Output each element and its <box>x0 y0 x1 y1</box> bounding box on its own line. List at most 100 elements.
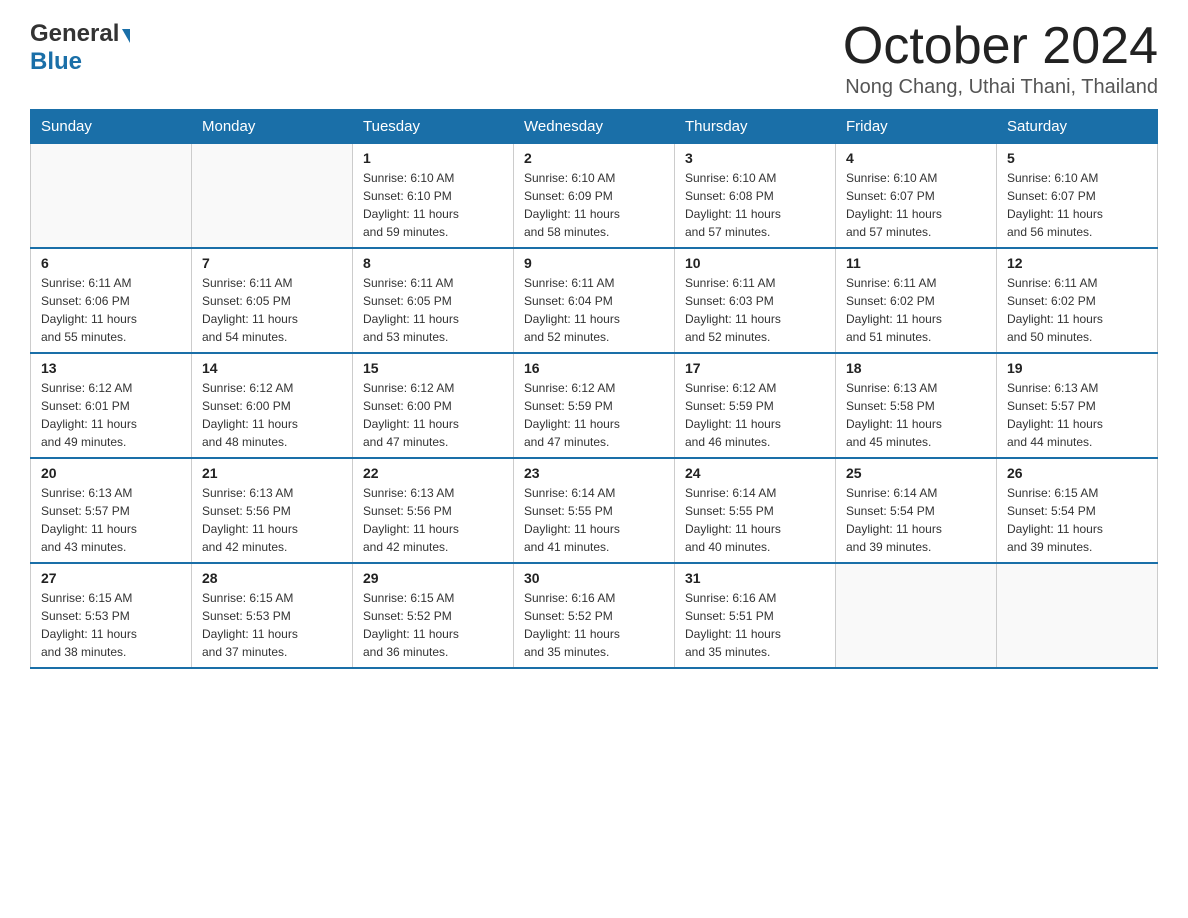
table-row: 8Sunrise: 6:11 AM Sunset: 6:05 PM Daylig… <box>353 248 514 353</box>
col-monday: Monday <box>192 110 353 144</box>
table-row: 23Sunrise: 6:14 AM Sunset: 5:55 PM Dayli… <box>514 458 675 563</box>
location-subtitle: Nong Chang, Uthai Thani, Thailand <box>843 76 1158 99</box>
table-row: 7 Sunrise: 6:11 AM Sunset: 6:05 PM Daylig… <box>192 248 353 353</box>
day-number: 14 <box>202 360 342 376</box>
calendar-header: Sunday Monday Tuesday Wednesday Thursday… <box>31 110 1158 144</box>
day-number: 28 <box>202 570 342 586</box>
day-number: 25 <box>846 465 986 481</box>
table-row: 12Sunrise: 6:11 AM Sunset: 6:02 PM Dayli… <box>997 248 1158 353</box>
calendar-table: Sunday Monday Tuesday Wednesday Thursday… <box>30 109 1158 669</box>
day-info: Sunrise: 6:10 AM Sunset: 6:07 PM Dayligh… <box>1007 169 1147 241</box>
table-row: 28 Sunrise: 6:15 AM Sunset: 5:53 PM Dayli… <box>192 563 353 668</box>
day-info: Sunrise: 6:12 AM Sunset: 6:00 PM Dayligh… <box>202 379 342 451</box>
day-info: Sunrise: 6:15 AM Sunset: 5:52 PM Dayligh… <box>363 589 503 661</box>
day-number: 11 <box>846 255 986 271</box>
table-row: 2 Sunrise: 6:10 AM Sunset: 6:09 PM Daylig… <box>514 144 675 249</box>
day-info: Sunrise: 6:15 AM Sunset: 5:53 PM Dayligh… <box>202 589 342 661</box>
table-row: 18Sunrise: 6:13 AM Sunset: 5:58 PM Dayli… <box>836 353 997 458</box>
col-thursday: Thursday <box>675 110 836 144</box>
table-row: 9 Sunrise: 6:11 AM Sunset: 6:04 PM Daylig… <box>514 248 675 353</box>
table-row: 17 Sunrise: 6:12 AM Sunset: 5:59 PM Dayli… <box>675 353 836 458</box>
logo-triangle-icon <box>122 29 130 43</box>
day-info: Sunrise: 6:12 AM Sunset: 6:00 PM Dayligh… <box>363 379 503 451</box>
header-row: Sunday Monday Tuesday Wednesday Thursday… <box>31 110 1158 144</box>
col-saturday: Saturday <box>997 110 1158 144</box>
table-row: 13 Sunrise: 6:12 AM Sunset: 6:01 PM Dayli… <box>31 353 192 458</box>
month-year-title: October 2024 <box>843 20 1158 72</box>
table-row: 6Sunrise: 6:11 AM Sunset: 6:06 PM Daylig… <box>31 248 192 353</box>
day-info: Sunrise: 6:10 AM Sunset: 6:10 PM Dayligh… <box>363 169 503 241</box>
col-friday: Friday <box>836 110 997 144</box>
table-row: 4 Sunrise: 6:10 AM Sunset: 6:07 PM Daylig… <box>836 144 997 249</box>
table-row: 22Sunrise: 6:13 AM Sunset: 5:56 PM Dayli… <box>353 458 514 563</box>
day-info: Sunrise: 6:12 AM Sunset: 5:59 PM Dayligh… <box>685 379 825 451</box>
calendar-week-row: 20Sunrise: 6:13 AM Sunset: 5:57 PM Dayli… <box>31 458 1158 563</box>
day-number: 2 <box>524 150 664 166</box>
day-number: 26 <box>1007 465 1147 481</box>
day-number: 16 <box>524 360 664 376</box>
day-info: Sunrise: 6:13 AM Sunset: 5:57 PM Dayligh… <box>41 484 181 556</box>
table-row: 5 Sunrise: 6:10 AM Sunset: 6:07 PM Daylig… <box>997 144 1158 249</box>
day-number: 31 <box>685 570 825 586</box>
day-info: Sunrise: 6:13 AM Sunset: 5:56 PM Dayligh… <box>202 484 342 556</box>
col-sunday: Sunday <box>31 110 192 144</box>
day-info: Sunrise: 6:10 AM Sunset: 6:07 PM Dayligh… <box>846 169 986 241</box>
day-number: 15 <box>363 360 503 376</box>
day-number: 22 <box>363 465 503 481</box>
day-number: 5 <box>1007 150 1147 166</box>
day-info: Sunrise: 6:13 AM Sunset: 5:57 PM Dayligh… <box>1007 379 1147 451</box>
table-row: 29Sunrise: 6:15 AM Sunset: 5:52 PM Dayli… <box>353 563 514 668</box>
day-info: Sunrise: 6:15 AM Sunset: 5:53 PM Dayligh… <box>41 589 181 661</box>
col-wednesday: Wednesday <box>514 110 675 144</box>
day-info: Sunrise: 6:14 AM Sunset: 5:55 PM Dayligh… <box>524 484 664 556</box>
calendar-week-row: 13 Sunrise: 6:12 AM Sunset: 6:01 PM Dayli… <box>31 353 1158 458</box>
table-row: 15 Sunrise: 6:12 AM Sunset: 6:00 PM Dayli… <box>353 353 514 458</box>
calendar-week-row: 27Sunrise: 6:15 AM Sunset: 5:53 PM Dayli… <box>31 563 1158 668</box>
table-row: 16 Sunrise: 6:12 AM Sunset: 5:59 PM Dayli… <box>514 353 675 458</box>
day-number: 7 <box>202 255 342 271</box>
day-info: Sunrise: 6:10 AM Sunset: 6:09 PM Dayligh… <box>524 169 664 241</box>
day-number: 30 <box>524 570 664 586</box>
table-row: 11 Sunrise: 6:11 AM Sunset: 6:02 PM Dayli… <box>836 248 997 353</box>
day-info: Sunrise: 6:12 AM Sunset: 5:59 PM Dayligh… <box>524 379 664 451</box>
page-header: General Blue October 2024 Nong Chang, Ut… <box>30 20 1158 99</box>
calendar-week-row: 1 Sunrise: 6:10 AM Sunset: 6:10 PM Daylig… <box>31 144 1158 249</box>
calendar-week-row: 6Sunrise: 6:11 AM Sunset: 6:06 PM Daylig… <box>31 248 1158 353</box>
day-info: Sunrise: 6:14 AM Sunset: 5:54 PM Dayligh… <box>846 484 986 556</box>
table-row: 21Sunrise: 6:13 AM Sunset: 5:56 PM Dayli… <box>192 458 353 563</box>
table-row: 25 Sunrise: 6:14 AM Sunset: 5:54 PM Dayli… <box>836 458 997 563</box>
day-number: 17 <box>685 360 825 376</box>
table-row: 14 Sunrise: 6:12 AM Sunset: 6:00 PM Dayli… <box>192 353 353 458</box>
table-row: 26Sunrise: 6:15 AM Sunset: 5:54 PM Dayli… <box>997 458 1158 563</box>
day-number: 3 <box>685 150 825 166</box>
table-row: 24Sunrise: 6:14 AM Sunset: 5:55 PM Dayli… <box>675 458 836 563</box>
day-info: Sunrise: 6:11 AM Sunset: 6:05 PM Dayligh… <box>202 274 342 346</box>
day-number: 18 <box>846 360 986 376</box>
day-number: 19 <box>1007 360 1147 376</box>
day-number: 8 <box>363 255 503 271</box>
day-info: Sunrise: 6:11 AM Sunset: 6:03 PM Dayligh… <box>685 274 825 346</box>
table-row <box>997 563 1158 668</box>
day-info: Sunrise: 6:16 AM Sunset: 5:52 PM Dayligh… <box>524 589 664 661</box>
day-number: 4 <box>846 150 986 166</box>
day-number: 1 <box>363 150 503 166</box>
day-info: Sunrise: 6:11 AM Sunset: 6:02 PM Dayligh… <box>846 274 986 346</box>
day-number: 13 <box>41 360 181 376</box>
table-row: 10Sunrise: 6:11 AM Sunset: 6:03 PM Dayli… <box>675 248 836 353</box>
table-row: 31Sunrise: 6:16 AM Sunset: 5:51 PM Dayli… <box>675 563 836 668</box>
day-info: Sunrise: 6:12 AM Sunset: 6:01 PM Dayligh… <box>41 379 181 451</box>
day-number: 9 <box>524 255 664 271</box>
logo-general: General <box>30 20 119 48</box>
table-row <box>836 563 997 668</box>
table-row: 19 Sunrise: 6:13 AM Sunset: 5:57 PM Dayli… <box>997 353 1158 458</box>
day-info: Sunrise: 6:11 AM Sunset: 6:02 PM Dayligh… <box>1007 274 1147 346</box>
title-area: October 2024 Nong Chang, Uthai Thani, Th… <box>843 20 1158 99</box>
table-row: 27Sunrise: 6:15 AM Sunset: 5:53 PM Dayli… <box>31 563 192 668</box>
table-row: 1 Sunrise: 6:10 AM Sunset: 6:10 PM Daylig… <box>353 144 514 249</box>
calendar-body: 1 Sunrise: 6:10 AM Sunset: 6:10 PM Daylig… <box>31 144 1158 669</box>
day-info: Sunrise: 6:11 AM Sunset: 6:04 PM Dayligh… <box>524 274 664 346</box>
day-number: 24 <box>685 465 825 481</box>
day-info: Sunrise: 6:11 AM Sunset: 6:06 PM Dayligh… <box>41 274 181 346</box>
table-row <box>192 144 353 249</box>
table-row <box>31 144 192 249</box>
